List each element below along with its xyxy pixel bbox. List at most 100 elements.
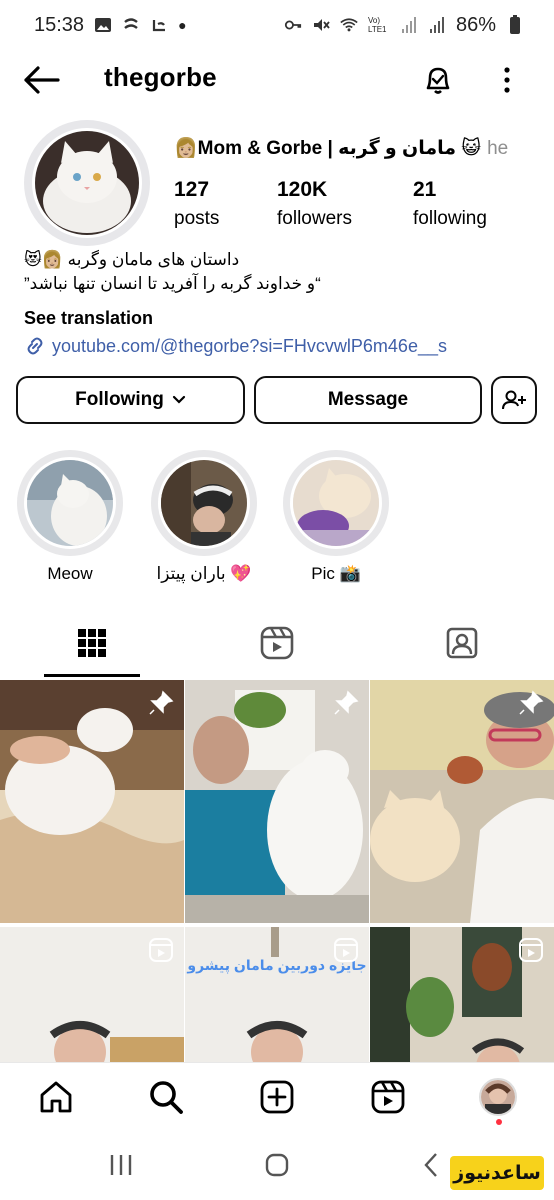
posts-grid: جایزه دوربین مامان پیشرو [0,680,554,1062]
nav-profile[interactable] [478,1077,518,1117]
key-icon [284,16,302,34]
tab-reels[interactable] [185,612,369,674]
stat-value: 120K [277,178,328,201]
profile-header: thegorbe [0,50,554,110]
tab-grid[interactable] [0,612,184,674]
highlight-cover [24,457,116,549]
gallery-icon [94,16,112,34]
bottom-navigation [0,1062,554,1132]
stat-label: following [413,208,487,229]
add-person-icon [502,390,526,410]
post-thumbnail[interactable] [0,680,184,923]
highlight-label: باران پیتزا 💖 [156,564,252,583]
story-highlight[interactable]: باران پیتزا 💖 [150,450,258,584]
following-button[interactable]: Following [16,376,245,424]
reels-icon [371,1080,405,1114]
pin-icon [149,690,174,715]
profile-tabs [0,612,554,678]
bio-line: “و خداوند گربه را آفرید تا انسان تنها نب… [24,274,321,293]
following-label: Following [75,389,164,410]
story-highlight[interactable]: Pic 📸 [282,450,390,584]
nav-home[interactable] [36,1077,76,1117]
search-icon [150,1081,183,1114]
post-thumbnail[interactable] [370,927,554,1062]
page-title: thegorbe [104,62,217,92]
post-thumbnail[interactable] [0,927,184,1062]
highlight-label: Pic 📸 [311,564,361,583]
message-label: Message [327,389,409,410]
network-label: Vo) LTE1 [367,16,387,34]
stat-value: 127 [174,178,210,201]
stat-value: 21 [413,178,437,201]
link-icon [27,337,43,355]
recent-apps-button[interactable] [104,1150,138,1180]
grid-icon [78,629,106,657]
more-vertical-icon [504,67,510,93]
battery-icon [506,15,524,34]
chevron-down-icon [172,395,185,404]
link-text: youtube.com/@thegorbe?si=FHvcvwlP6m46e__… [52,335,447,356]
reels-icon [260,626,294,660]
add-post-icon [260,1080,294,1114]
nav-search[interactable] [146,1077,186,1117]
see-translation-link[interactable]: See translation [24,308,153,329]
stat-label: followers [277,208,352,229]
app-notification-icon [122,16,140,34]
bell-check-icon [426,67,450,94]
reels-icon [519,938,543,962]
arrow-left-icon [24,66,60,94]
nav-create[interactable] [257,1077,297,1117]
notification-dot [496,1119,502,1125]
status-time: 15:38 [34,13,85,36]
bio-link[interactable]: youtube.com/@thegorbe?si=FHvcvwlP6m46e__… [24,335,447,357]
chevron-left-icon [424,1153,437,1177]
highlight-ring [283,450,389,556]
more-options-button[interactable] [492,62,522,98]
recent-apps-icon [110,1155,132,1175]
back-button[interactable] [22,64,60,96]
signal-icon-2 [428,16,446,34]
home-icon [40,1081,72,1113]
stat-label: posts [174,208,220,229]
profile-bio: داستان های مامان وگربه 👩🏼😻 “و خداوند گرب… [24,248,534,296]
wifi-icon [340,16,358,34]
highlight-label: Meow [47,564,93,583]
post-thumbnail[interactable]: جایزه دوربین مامان پیشرو [185,927,369,1062]
mute-icon [312,16,330,34]
active-tab-indicator [44,674,140,677]
profile-avatar[interactable] [24,120,150,246]
app-notification-icon-2 [150,16,168,34]
status-bar: 15:38 ● Vo) LTE1 86% [0,0,554,50]
stat-posts[interactable]: 127 posts [174,178,219,230]
reels-icon [149,938,173,962]
home-circle-icon [265,1153,289,1177]
pin-icon [334,690,359,715]
stat-followers[interactable]: 120K followers [277,178,352,230]
nav-reels[interactable] [368,1077,408,1117]
highlight-ring [17,450,123,556]
reels-icon [334,938,358,962]
highlight-cover [290,457,382,549]
post-thumbnail[interactable] [370,680,554,923]
pin-icon [519,690,544,715]
profile-display-name: 👩🏼Mom & Gorbe | مامان و گربه 😺 he [174,136,508,160]
display-name: 👩🏼Mom & Gorbe | مامان و گربه 😺 [174,138,482,159]
post-thumbnail[interactable] [185,680,369,923]
more-notifications-dot: ● [178,17,187,33]
avatar [32,128,142,238]
avatar [479,1078,517,1116]
tagged-icon [446,627,478,659]
watermark-logo: ساعدنیوز [450,1156,544,1190]
message-button[interactable]: Message [254,376,482,424]
stat-following[interactable]: 21 following [413,178,487,230]
notifications-button[interactable] [420,62,456,98]
bio-line: داستان های مامان وگربه 👩🏼😻 [24,250,240,269]
add-user-button[interactable] [491,376,537,424]
story-highlight[interactable]: Meow [16,450,124,584]
pronouns: he [487,138,509,159]
tab-tagged[interactable] [370,612,554,674]
highlight-ring [151,450,257,556]
system-back-button[interactable] [414,1150,448,1180]
home-system-button[interactable] [260,1150,294,1180]
highlight-cover [158,457,250,549]
